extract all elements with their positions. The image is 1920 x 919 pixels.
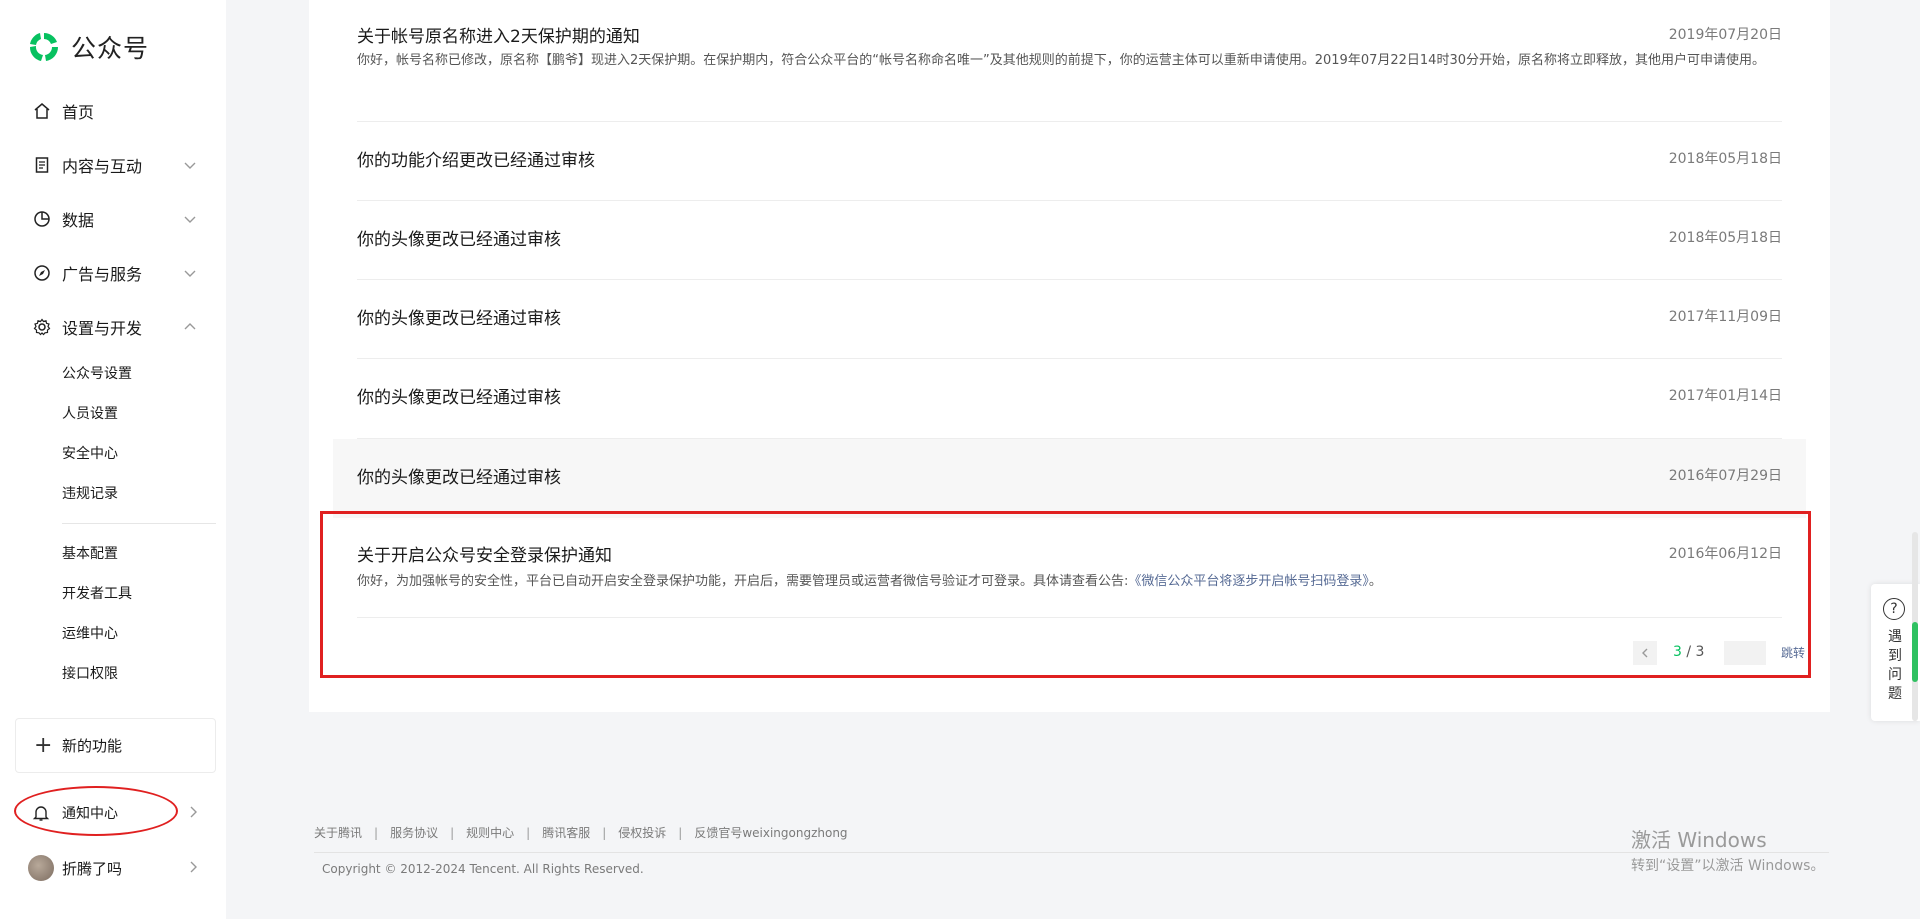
wechat-mp-logo-icon bbox=[29, 33, 59, 61]
notice-center-item[interactable]: 通知中心 bbox=[0, 793, 226, 833]
notice-title: 关于开启公众号安全登录保护通知 bbox=[357, 546, 612, 566]
sidebar-item-staff-settings[interactable]: 人员设置 bbox=[62, 402, 118, 426]
nav-item-content[interactable]: 内容与互动 bbox=[0, 145, 226, 185]
sidebar-divider bbox=[62, 523, 216, 524]
footer-separator: | bbox=[602, 825, 607, 840]
watermark-line2: 转到“设置”以激活 Windows。 bbox=[1631, 858, 1825, 874]
user-name: 折腾了吗 bbox=[62, 860, 123, 878]
chevron-down-icon bbox=[184, 216, 196, 223]
notice-date: 2018年05月18日 bbox=[1668, 230, 1782, 246]
footer-separator: | bbox=[374, 825, 379, 840]
nav-item-data[interactable]: 数据 bbox=[0, 199, 226, 239]
scrollbar-thumb[interactable] bbox=[1912, 622, 1918, 682]
footer-link-customer-service[interactable]: 腾讯客服 bbox=[542, 824, 590, 841]
brand-name: 公众号 bbox=[71, 34, 150, 63]
sidebar-item-account-settings[interactable]: 公众号设置 bbox=[62, 362, 132, 386]
nav-label: 首页 bbox=[62, 103, 95, 122]
pagination-current: 3 bbox=[1673, 644, 1682, 660]
notice-body: 你好，为加强帐号的安全性，平台已自动开启安全登录保护功能，开启后，需要管理员或运… bbox=[357, 571, 1782, 593]
document-icon bbox=[32, 155, 52, 175]
sidebar-item-ops-center[interactable]: 运维中心 bbox=[62, 622, 118, 646]
pagination-count: 3 / 3 bbox=[1673, 644, 1704, 660]
new-feature-label: 新的功能 bbox=[62, 737, 123, 755]
nav-item-home[interactable]: 首页 bbox=[0, 91, 226, 131]
help-widget-label: 遇到问题 bbox=[1888, 629, 1902, 702]
footer-link-service-agreement[interactable]: 服务协议 bbox=[390, 824, 438, 841]
sidebar: 公众号 首页 内容与互动 数据 广告与服务 设置与开发 公众号设置 人员设置 安… bbox=[0, 0, 226, 919]
notice-title: 你的头像更改已经通过审核 bbox=[357, 230, 561, 250]
sidebar-item-basic-config[interactable]: 基本配置 bbox=[62, 542, 118, 566]
notice-row[interactable]: 你的头像更改已经通过审核 2016年07月29日 bbox=[357, 439, 1782, 518]
notice-row[interactable]: 关于帐号原名称进入2天保护期的通知 2019年07月20日 你好，帐号名称已修改… bbox=[357, 0, 1782, 122]
footer-divider bbox=[314, 852, 1829, 853]
nav-label: 设置与开发 bbox=[62, 319, 143, 338]
notice-row[interactable]: 你的功能介绍更改已经通过审核 2018年05月18日 bbox=[357, 122, 1782, 201]
footer-link-infringement[interactable]: 侵权投诉 bbox=[618, 824, 666, 841]
notice-date: 2017年01月14日 bbox=[1668, 388, 1782, 404]
notice-date: 2017年11月09日 bbox=[1668, 309, 1782, 325]
notice-title: 关于帐号原名称进入2天保护期的通知 bbox=[357, 27, 640, 47]
notice-list-card: 关于帐号原名称进入2天保护期的通知 2019年07月20日 你好，帐号名称已修改… bbox=[309, 0, 1830, 712]
sidebar-item-developer-tools[interactable]: 开发者工具 bbox=[62, 582, 132, 606]
pagination-page-input[interactable] bbox=[1724, 641, 1766, 665]
sidebar-item-security-center[interactable]: 安全中心 bbox=[62, 442, 118, 466]
pagination-prev-button[interactable] bbox=[1633, 641, 1657, 665]
footer-link-rules-center[interactable]: 规则中心 bbox=[466, 824, 514, 841]
announcement-link[interactable]: 《微信公众平台将逐步开启帐号扫码登录》 bbox=[1128, 574, 1369, 589]
nav-label: 数据 bbox=[62, 211, 95, 230]
nav-item-ads[interactable]: 广告与服务 bbox=[0, 253, 226, 293]
footer-separator: | bbox=[526, 825, 531, 840]
plus-icon: + bbox=[34, 732, 53, 758]
footer-separator: | bbox=[450, 825, 455, 840]
notice-title: 你的头像更改已经通过审核 bbox=[357, 388, 561, 408]
nav-label: 广告与服务 bbox=[62, 265, 143, 284]
chevron-down-icon bbox=[184, 270, 196, 277]
home-icon bbox=[32, 101, 52, 121]
notice-body-suffix: 。 bbox=[1368, 574, 1382, 589]
notice-title: 你的功能介绍更改已经通过审核 bbox=[357, 151, 595, 171]
brand-logo[interactable]: 公众号 bbox=[27, 30, 149, 64]
chevron-right-icon bbox=[190, 806, 197, 818]
sidebar-item-violation-records[interactable]: 违规记录 bbox=[62, 482, 118, 506]
notice-date: 2019年07月20日 bbox=[1668, 27, 1782, 43]
notice-title: 你的头像更改已经通过审核 bbox=[357, 468, 561, 488]
footer-link-feedback[interactable]: 反馈官号weixingongzhong bbox=[694, 824, 847, 841]
footer-separator: | bbox=[678, 825, 683, 840]
notice-row[interactable]: 你的头像更改已经通过审核 2018年05月18日 bbox=[357, 201, 1782, 280]
chevron-down-icon bbox=[184, 162, 196, 169]
bell-icon bbox=[32, 806, 50, 821]
question-icon: ? bbox=[1883, 598, 1905, 620]
notice-date: 2016年06月12日 bbox=[1668, 546, 1782, 562]
gear-icon bbox=[32, 317, 52, 337]
notice-row[interactable]: 你的头像更改已经通过审核 2017年11月09日 bbox=[357, 280, 1782, 359]
chevron-right-icon bbox=[190, 861, 197, 873]
notice-center-label: 通知中心 bbox=[62, 806, 118, 822]
nav-item-settings[interactable]: 设置与开发 bbox=[0, 307, 226, 347]
notice-body: 你好，帐号名称已修改，原名称【鹏爷】现进入2天保护期。在保护期内，符合公众平台的… bbox=[357, 53, 1765, 68]
chevron-up-icon bbox=[184, 323, 196, 330]
footer-link-about-tencent[interactable]: 关于腾讯 bbox=[314, 824, 362, 841]
pagination-jump-button[interactable]: 跳转 bbox=[1781, 644, 1805, 661]
notice-row[interactable]: 你的头像更改已经通过审核 2017年01月14日 bbox=[357, 359, 1782, 439]
notice-date: 2018年05月18日 bbox=[1668, 151, 1782, 167]
new-feature-button[interactable]: + 新的功能 bbox=[15, 718, 216, 773]
sidebar-item-api-permissions[interactable]: 接口权限 bbox=[62, 662, 118, 686]
notice-date: 2016年07月29日 bbox=[1668, 468, 1782, 484]
user-account-item[interactable]: 折腾了吗 bbox=[0, 847, 226, 887]
pagination-separator: / bbox=[1681, 644, 1696, 660]
windows-activation-watermark: 激活 Windows 转到“设置”以激活 Windows。 bbox=[1631, 824, 1824, 875]
compass-icon bbox=[32, 263, 52, 283]
chevron-left-icon bbox=[1642, 648, 1648, 658]
watermark-line1: 激活 Windows bbox=[1631, 828, 1767, 852]
pagination-total: 3 bbox=[1695, 644, 1705, 660]
pie-chart-icon bbox=[32, 209, 52, 229]
notice-row[interactable]: 关于开启公众号安全登录保护通知 2016年06月12日 你好，为加强帐号的安全性… bbox=[357, 518, 1782, 618]
notice-title: 你的头像更改已经通过审核 bbox=[357, 309, 561, 329]
nav-label: 内容与互动 bbox=[62, 157, 143, 176]
notice-body-text: 你好，为加强帐号的安全性，平台已自动开启安全登录保护功能，开启后，需要管理员或运… bbox=[357, 574, 1129, 589]
avatar bbox=[28, 855, 54, 881]
copyright: Copyright © 2012-2024 Tencent. All Right… bbox=[322, 862, 644, 876]
footer-links: 关于腾讯 | 服务协议 | 规则中心 | 腾讯客服 | 侵权投诉 | 反馈官号w… bbox=[314, 824, 848, 841]
